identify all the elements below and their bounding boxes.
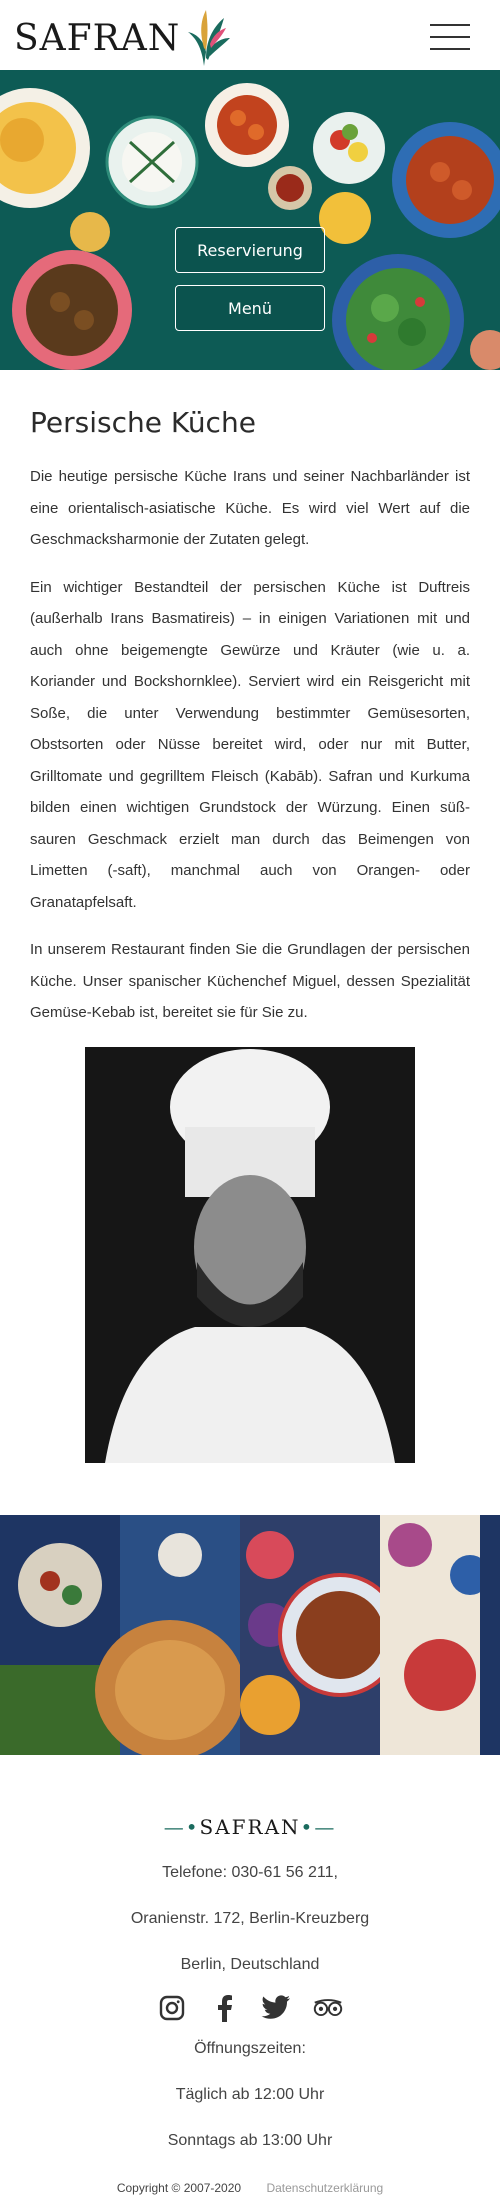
site-header: SAFRAN [0,0,500,70]
footer-logo-text: SAFRAN [199,1814,301,1839]
tripadvisor-icon[interactable] [313,1993,343,2023]
site-footer: —•SAFRAN•— Telefone: 030-61 56 211, Oran… [0,1755,500,2195]
opening-hours-title: Öffnungszeiten: [194,2039,306,2057]
twitter-icon[interactable] [261,1993,291,2023]
instagram-icon[interactable] [157,1993,187,2023]
privacy-policy-link[interactable]: Datenschutzerklärung [266,2181,383,2195]
opening-hours-weekday: Täglich ab 12:00 Uhr [175,2085,325,2103]
logo[interactable]: SAFRAN [14,8,232,68]
rice-paragraph: Ein wichtiger Bestandteil der persischen… [30,578,470,911]
footer-phone: Telefone: 030-61 56 211, [162,1863,338,1881]
saffron-flower-icon [188,10,231,66]
footer-bottom-bar: Copyright © 2007-2020 Datenschutzerkläru… [0,2181,500,2195]
footer-address: Oranienstr. 172, Berlin-Kreuzberg [130,1909,370,1927]
reservation-button[interactable]: Reservierung [175,227,325,273]
hero-food-banner: Reservierung Menü [0,70,500,370]
facebook-icon[interactable] [209,1993,239,2023]
page-title: Persische Küche [30,406,256,439]
main-content: Persische Küche Die heutige persische Kü… [0,370,500,1029]
footer-logo[interactable]: —•SAFRAN•— [0,1815,500,1839]
opening-hours-sunday: Sonntags ab 13:00 Uhr [167,2131,333,2149]
hamburger-menu-button[interactable] [430,24,470,50]
menu-button[interactable]: Menü [175,285,325,331]
restaurant-paragraph: In unserem Restaurant finden Sie die Gru… [30,941,470,1021]
logo-text: SAFRAN [14,17,181,59]
social-links [0,1993,500,2023]
intro-paragraph: Die heutige persische Küche Irans und se… [30,468,470,548]
food-collage-image [0,1514,500,1755]
copyright-text: Copyright © 2007-2020 [116,2180,242,2195]
chef-portrait [85,1046,415,1463]
hamburger-icon [430,24,470,26]
